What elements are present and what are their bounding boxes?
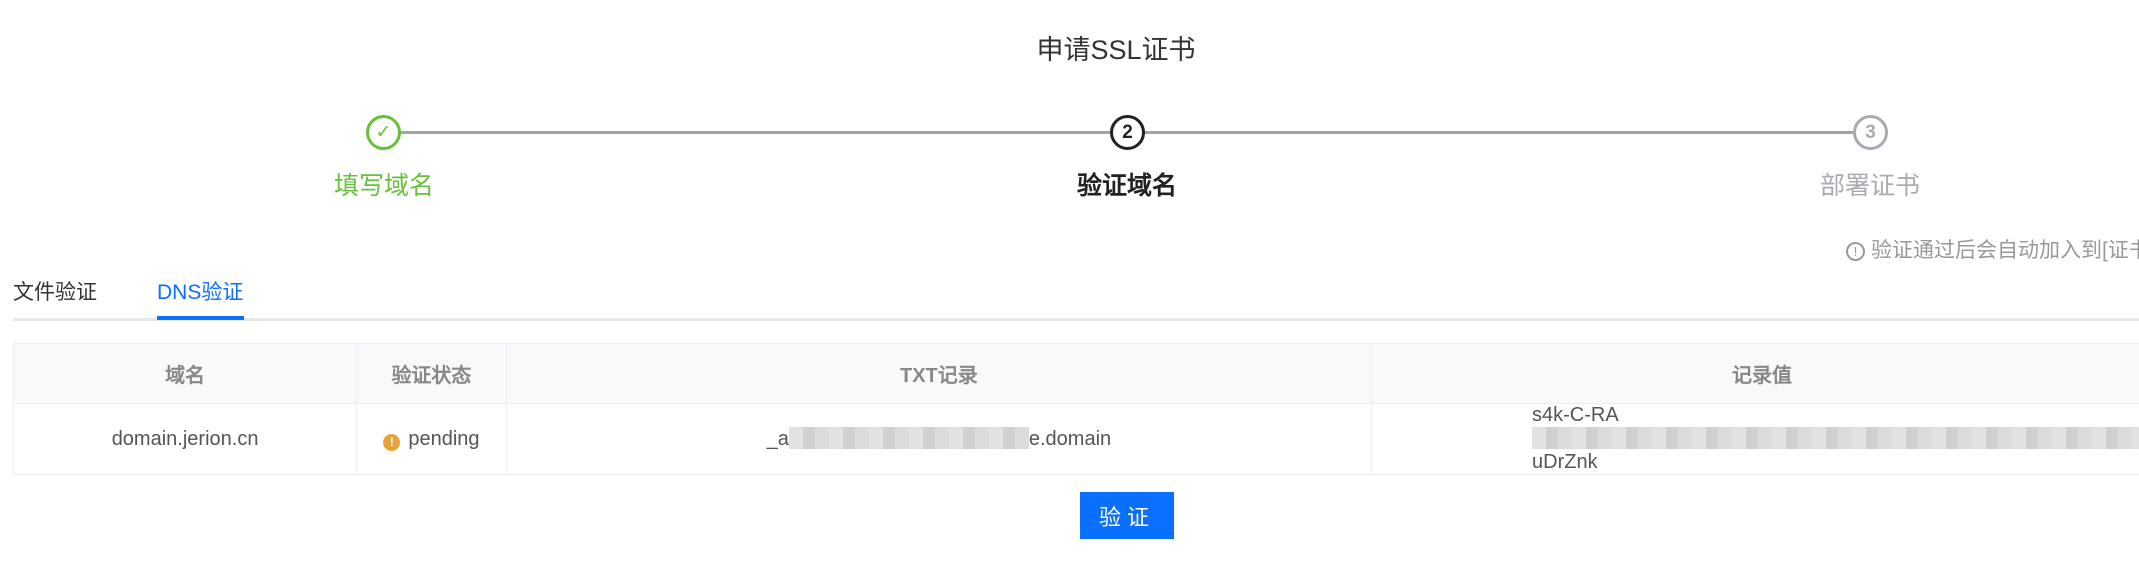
page-title: 申请SSL证书 <box>1036 35 1196 65</box>
step-1-label: 填写域名 <box>333 172 434 200</box>
warning-icon: ! <box>383 433 401 451</box>
redacted-block <box>788 427 1029 449</box>
cell-txt[interactable]: _a e.domain <box>505 403 1373 475</box>
step-2-label: 验证域名 <box>1076 172 1177 200</box>
step-connector <box>1144 131 1854 134</box>
col-status: 验证状态 <box>356 343 507 404</box>
step-3-label: 部署证书 <box>1819 172 1920 200</box>
value-prefix: s4k-C-RA <box>1532 404 1619 426</box>
tab-dns-verify[interactable]: DNS验证 <box>157 276 243 306</box>
step-3-circle: 3 <box>1853 115 1888 150</box>
active-tab-indicator <box>157 316 244 320</box>
col-domain: 域名 <box>12 343 358 404</box>
status-text: pending <box>408 427 480 450</box>
col-value: 记录值 <box>1371 343 2139 404</box>
col-txt: TXT记录 <box>505 343 1373 404</box>
txt-suffix: e.domain <box>1028 428 1112 450</box>
table-row: domain.jerion.cn ! pending _a e.domain s4k… <box>12 403 2139 475</box>
step-2-circle: 2 <box>1110 115 1145 150</box>
verify-button[interactable]: 验证 <box>1080 492 1174 539</box>
tab-file-verify[interactable]: 文件验证 <box>13 276 97 306</box>
cell-domain: domain.jerion.cn <box>12 403 358 475</box>
step-1-check-icon: ✓ <box>366 115 401 150</box>
tab-divider <box>13 318 2139 321</box>
redacted-block <box>1532 427 2139 449</box>
step-connector <box>400 131 1110 134</box>
info-icon: ! <box>1846 242 1865 261</box>
dns-records-table: 域名 验证状态 TXT记录 记录值 domain.jerion.cn ! pend… <box>12 343 2139 475</box>
cell-value[interactable]: s4k-C-RA uDrZnk <box>1371 403 2139 475</box>
hint: ! 验证通过后会自动加入到[证书 <box>1846 234 2139 264</box>
value-suffix: uDrZnk <box>1532 451 1598 473</box>
cell-status: ! pending <box>356 403 507 475</box>
txt-prefix: _a <box>766 428 789 450</box>
hint-text: 验证通过后会自动加入到[证书 <box>1871 239 2139 262</box>
table-header: 域名 验证状态 TXT记录 记录值 <box>12 343 2139 404</box>
